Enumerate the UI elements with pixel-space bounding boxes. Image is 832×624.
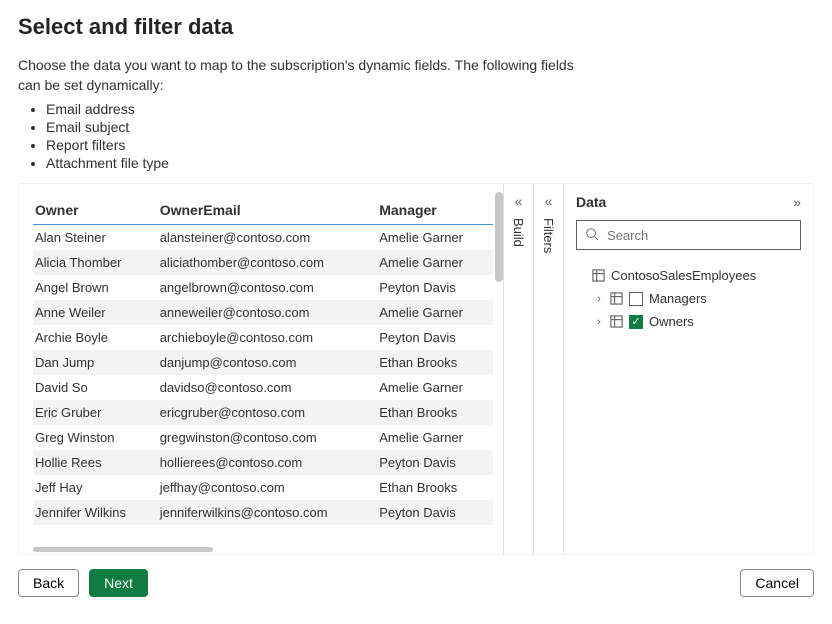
column-header[interactable]: OwnerEmail [158, 198, 377, 225]
table-cell: Amelie Garner [377, 250, 493, 275]
table-cell: jenniferwilkins@contoso.com [158, 500, 377, 525]
checkbox[interactable] [629, 292, 643, 306]
intro-text: Choose the data you want to map to the s… [18, 56, 598, 95]
data-grid: OwnerOwnerEmailManager Alan Steineralans… [33, 198, 493, 525]
table-row[interactable]: David Sodavidso@contoso.comAmelie Garner [33, 375, 493, 400]
vertical-scrollbar[interactable] [495, 192, 503, 554]
search-input[interactable] [605, 227, 792, 244]
table-cell: hollierees@contoso.com [158, 450, 377, 475]
table-cell: Peyton Davis [377, 450, 493, 475]
dataset-node[interactable]: › ContosoSalesEmployees [576, 264, 801, 287]
table-icon [592, 269, 605, 282]
table-cell: Peyton Davis [377, 325, 493, 350]
table-row[interactable]: Archie Boylearchieboyle@contoso.comPeyto… [33, 325, 493, 350]
table-cell: danjump@contoso.com [158, 350, 377, 375]
search-icon [585, 227, 599, 244]
table-cell: Eric Gruber [33, 400, 158, 425]
tree-table-node[interactable]: › ✓ Owners [576, 310, 801, 333]
table-cell: Jeff Hay [33, 475, 158, 500]
field-list-item: Report filters [46, 137, 814, 153]
table-cell: Amelie Garner [377, 425, 493, 450]
table-row[interactable]: Anne Weileranneweiler@contoso.comAmelie … [33, 300, 493, 325]
data-grid-pane: OwnerOwnerEmailManager Alan Steineralans… [19, 184, 503, 554]
column-header[interactable]: Owner [33, 198, 158, 225]
table-cell: jeffhay@contoso.com [158, 475, 377, 500]
table-row[interactable]: Greg Winstongregwinston@contoso.comAmeli… [33, 425, 493, 450]
table-cell: Peyton Davis [377, 275, 493, 300]
page-title: Select and filter data [18, 14, 814, 40]
table-cell: Alicia Thomber [33, 250, 158, 275]
table-cell: Angel Brown [33, 275, 158, 300]
table-cell: Jennifer Wilkins [33, 500, 158, 525]
build-rail-label: Build [511, 218, 526, 247]
field-list-item: Attachment file type [46, 155, 814, 171]
table-cell: Alan Steiner [33, 225, 158, 251]
table-cell: alansteiner@contoso.com [158, 225, 377, 251]
tree-table-label: Managers [649, 291, 707, 306]
table-cell: Amelie Garner [377, 225, 493, 251]
tree-table-node[interactable]: › Managers [576, 287, 801, 310]
search-box[interactable] [576, 220, 801, 250]
table-cell: gregwinston@contoso.com [158, 425, 377, 450]
data-pane-title: Data [576, 194, 606, 210]
table-icon [610, 315, 623, 328]
table-cell: David So [33, 375, 158, 400]
next-button[interactable]: Next [89, 569, 148, 597]
cancel-button[interactable]: Cancel [740, 569, 814, 597]
expand-icon[interactable]: » [793, 194, 801, 210]
horizontal-scrollbar[interactable] [33, 547, 213, 552]
table-cell: Ethan Brooks [377, 475, 493, 500]
table-cell: Amelie Garner [377, 375, 493, 400]
table-row[interactable]: Alan Steineralansteiner@contoso.comAmeli… [33, 225, 493, 251]
table-row[interactable]: Alicia Thomberaliciathomber@contoso.comA… [33, 250, 493, 275]
tree-table-label: Owners [649, 314, 694, 329]
column-header[interactable]: Manager [377, 198, 493, 225]
table-cell: aliciathomber@contoso.com [158, 250, 377, 275]
data-tree: › ContosoSalesEmployees › Managers › ✓ Owner… [576, 264, 801, 333]
data-pane: Data » › ContosoSalesEmployees › Managers… [563, 184, 813, 554]
build-rail[interactable]: « Build [503, 184, 533, 554]
filters-rail[interactable]: « Filters [533, 184, 563, 554]
collapse-icon: « [515, 194, 523, 208]
table-row[interactable]: Dan Jumpdanjump@contoso.comEthan Brooks [33, 350, 493, 375]
table-cell: Ethan Brooks [377, 350, 493, 375]
table-row[interactable]: Hollie Reeshollierees@contoso.comPeyton … [33, 450, 493, 475]
table-cell: ericgruber@contoso.com [158, 400, 377, 425]
chevron-right-icon: › [594, 293, 604, 305]
table-cell: Hollie Rees [33, 450, 158, 475]
table-header-row: OwnerOwnerEmailManager [33, 198, 493, 225]
table-row[interactable]: Eric Gruberericgruber@contoso.comEthan B… [33, 400, 493, 425]
footer-buttons: Back Next Cancel [18, 569, 814, 597]
table-cell: Peyton Davis [377, 500, 493, 525]
collapse-icon: « [545, 194, 553, 208]
table-cell: angelbrown@contoso.com [158, 275, 377, 300]
field-list-item: Email address [46, 101, 814, 117]
chevron-right-icon: › [594, 316, 604, 328]
workspace: OwnerOwnerEmailManager Alan Steineralans… [18, 183, 814, 555]
table-cell: Dan Jump [33, 350, 158, 375]
table-cell: Ethan Brooks [377, 400, 493, 425]
filters-rail-label: Filters [541, 218, 556, 253]
dataset-label: ContosoSalesEmployees [611, 268, 756, 283]
field-list-item: Email subject [46, 119, 814, 135]
table-cell: Amelie Garner [377, 300, 493, 325]
table-cell: Archie Boyle [33, 325, 158, 350]
checkbox[interactable]: ✓ [629, 315, 643, 329]
table-row[interactable]: Jennifer Wilkinsjenniferwilkins@contoso.… [33, 500, 493, 525]
table-cell: archieboyle@contoso.com [158, 325, 377, 350]
fields-list: Email address Email subject Report filters… [46, 99, 814, 173]
back-button[interactable]: Back [18, 569, 79, 597]
table-cell: anneweiler@contoso.com [158, 300, 377, 325]
table-row[interactable]: Angel Brownangelbrown@contoso.comPeyton … [33, 275, 493, 300]
table-cell: davidso@contoso.com [158, 375, 377, 400]
table-icon [610, 292, 623, 305]
table-cell: Anne Weiler [33, 300, 158, 325]
table-row[interactable]: Jeff Hayjeffhay@contoso.comEthan Brooks [33, 475, 493, 500]
table-cell: Greg Winston [33, 425, 158, 450]
